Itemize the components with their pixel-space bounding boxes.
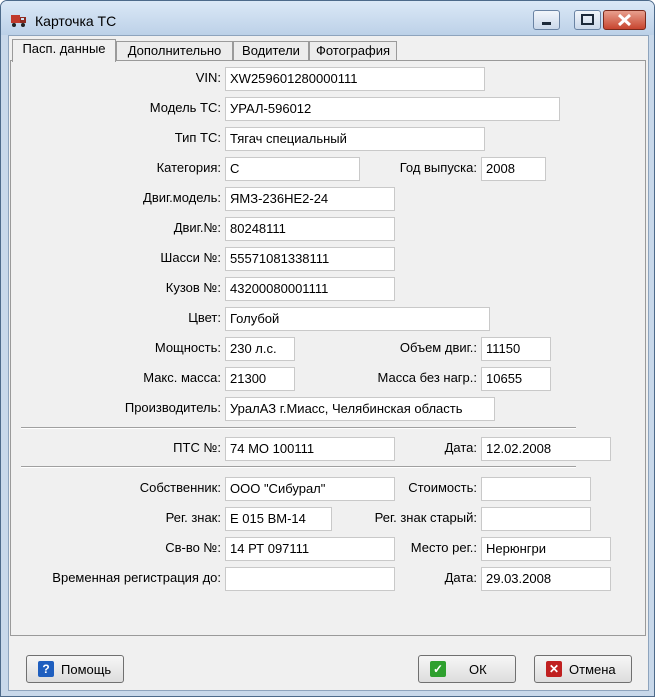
reg-date-label: Дата:: [444, 570, 477, 585]
ok-button-label: ОК: [469, 662, 487, 677]
model-label: Модель ТС:: [149, 100, 221, 115]
color-field[interactable]: Голубой: [225, 307, 490, 331]
check-icon: ✓: [430, 661, 446, 677]
tab-passport-data[interactable]: Пасп. данные: [12, 39, 116, 62]
body-no-field[interactable]: 43200080001111: [225, 277, 395, 301]
help-button-label: Помощь: [61, 662, 112, 677]
unladen-mass-field[interactable]: 10655: [481, 367, 551, 391]
tab-additional[interactable]: Дополнительно: [116, 41, 233, 61]
maximize-button[interactable]: [574, 10, 601, 30]
max-mass-field[interactable]: 21300: [225, 367, 295, 391]
max-mass-label: Макс. масса:: [143, 370, 221, 385]
help-button[interactable]: ? Помощь: [26, 655, 124, 683]
category-label: Категория:: [156, 160, 221, 175]
old-reg-sign-label: Рег. знак старый:: [374, 510, 477, 525]
separator-1: [21, 427, 576, 429]
engine-no-field[interactable]: 80248111: [225, 217, 395, 241]
minimize-button[interactable]: [533, 10, 560, 30]
reg-place-label: Место рег.:: [410, 540, 477, 555]
cancel-button[interactable]: ✕ Отмена: [534, 655, 632, 683]
body-no-label: Кузов №:: [165, 280, 221, 295]
close-button[interactable]: [603, 10, 646, 30]
tab-photo[interactable]: Фотография: [309, 41, 397, 61]
reg-sign-label: Рег. знак:: [165, 510, 221, 525]
reg-sign-field[interactable]: Е 015 ВМ-14: [225, 507, 332, 531]
reg-date-field[interactable]: 29.03.2008: [481, 567, 611, 591]
unladen-mass-label: Масса без нагр.:: [377, 370, 477, 385]
temp-reg-until-label: Временная регистрация до:: [52, 570, 221, 585]
cancel-icon: ✕: [546, 661, 562, 677]
engine-volume-field[interactable]: 11150: [481, 337, 551, 361]
engine-volume-label: Объем двиг.:: [399, 340, 477, 355]
vin-label: VIN:: [195, 70, 221, 85]
type-label: Тип ТС:: [174, 130, 221, 145]
engine-model-field[interactable]: ЯМЗ-236НЕ2-24: [225, 187, 395, 211]
temp-reg-until-field[interactable]: [225, 567, 395, 591]
chassis-no-label: Шасси №:: [160, 250, 221, 265]
cost-label: Стоимость:: [408, 480, 477, 495]
manufacturer-label: Производитель:: [124, 400, 221, 415]
owner-field[interactable]: ООО "Сибурал": [225, 477, 395, 501]
title-bar[interactable]: Карточка ТС: [1, 1, 654, 35]
type-field[interactable]: Тягач специальный: [225, 127, 485, 151]
window-title: Карточка ТС: [35, 13, 117, 29]
reg-place-field[interactable]: Нерюнгри: [481, 537, 611, 561]
certificate-no-label: Св-во №:: [165, 540, 221, 555]
close-icon: [617, 13, 632, 27]
category-field[interactable]: С: [225, 157, 360, 181]
pts-date-field[interactable]: 12.02.2008: [481, 437, 611, 461]
truck-icon: [11, 15, 26, 27]
owner-label: Собственник:: [139, 480, 221, 495]
maximize-icon: [581, 14, 594, 25]
dialog-client-area: Пасп. данные Дополнительно Водители Фото…: [8, 35, 649, 691]
color-label: Цвет:: [188, 310, 221, 325]
manufacturer-field[interactable]: УралАЗ г.Миасс, Челябинская область: [225, 397, 495, 421]
power-label: Мощность:: [154, 340, 221, 355]
help-icon: ?: [38, 661, 54, 677]
cost-field[interactable]: [481, 477, 591, 501]
year-label: Год выпуска:: [399, 160, 477, 175]
engine-no-label: Двиг.№:: [173, 220, 221, 235]
tab-panel: VIN: XW259601280000111 Модель ТС: УРАЛ-5…: [10, 60, 646, 636]
pts-date-label: Дата:: [444, 440, 477, 455]
pts-no-label: ПТС №:: [173, 440, 221, 455]
vin-field[interactable]: XW259601280000111: [225, 67, 485, 91]
engine-model-label: Двиг.модель:: [143, 190, 221, 205]
minimize-icon: [542, 22, 551, 25]
cancel-button-label: Отмена: [569, 662, 616, 677]
separator-2: [21, 466, 576, 468]
chassis-no-field[interactable]: 55571081338111: [225, 247, 395, 271]
ok-button[interactable]: ✓ ОК: [418, 655, 516, 683]
tab-drivers[interactable]: Водители: [233, 41, 309, 61]
model-field[interactable]: УРАЛ-596012: [225, 97, 560, 121]
old-reg-sign-field[interactable]: [481, 507, 591, 531]
certificate-no-field[interactable]: 14 РТ 097111: [225, 537, 395, 561]
pts-no-field[interactable]: 74 МО 100111: [225, 437, 395, 461]
dialog-window: Карточка ТС Пасп. данные Дополнительно В…: [0, 0, 655, 697]
power-field[interactable]: 230 л.с.: [225, 337, 295, 361]
year-field[interactable]: 2008: [481, 157, 546, 181]
